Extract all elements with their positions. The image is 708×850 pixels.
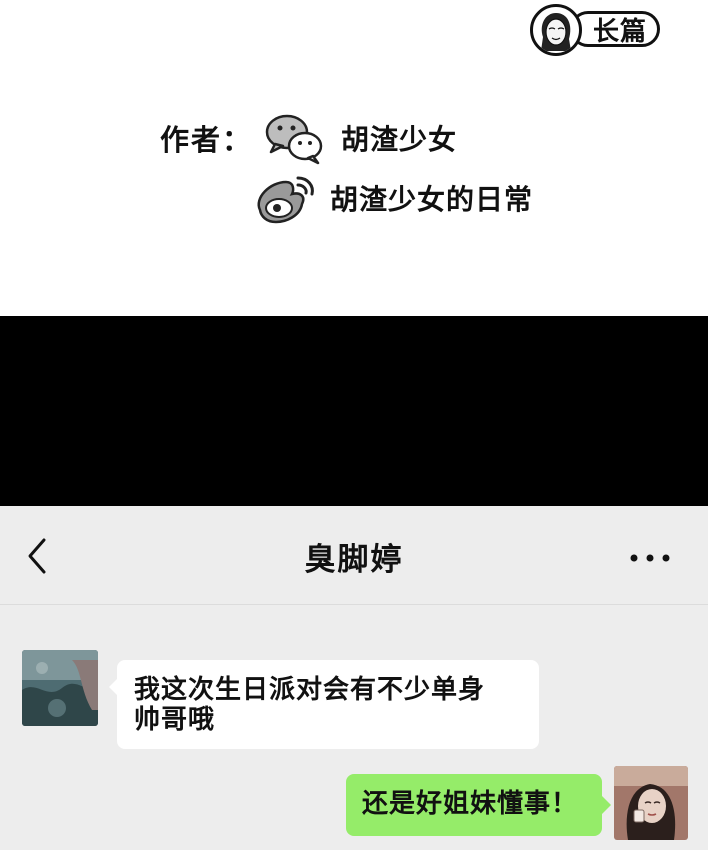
more-options-icon[interactable] xyxy=(628,542,672,572)
credits-panel: 长篇 作者： 胡渣少女 胡渣少女的日常 xyxy=(0,0,708,316)
author-avatar-icon xyxy=(530,4,582,56)
wechat-credit: 作者： 胡渣少女 xyxy=(160,110,457,166)
contact-avatar[interactable] xyxy=(22,650,98,726)
wechat-name: 胡渣少女 xyxy=(341,123,458,156)
user-avatar[interactable] xyxy=(614,766,688,840)
chat-header: 臭脚婷 xyxy=(0,506,708,604)
chat-screen: 臭脚婷 我这次生日派对会有不少单身 帅哥哦 还是好姐妹懂事！ xyxy=(0,506,708,850)
weibo-credit: 胡渣少女的日常 xyxy=(252,170,533,226)
chat-title: 臭脚婷 xyxy=(304,542,404,578)
sent-message-bubble[interactable]: 还是好姐妹懂事！ xyxy=(346,774,602,836)
received-message-line-1: 我这次生日派对会有不少单身 xyxy=(134,675,486,705)
weibo-name: 胡渣少女的日常 xyxy=(330,183,534,216)
received-message-line-2: 帅哥哦 xyxy=(134,705,216,735)
sent-message-text: 还是好姐妹懂事！ xyxy=(362,789,579,819)
black-divider-band xyxy=(0,316,708,506)
header-divider xyxy=(0,604,708,605)
long-story-badge: 长篇 xyxy=(530,4,662,56)
received-message-bubble[interactable]: 我这次生日派对会有不少单身 帅哥哦 xyxy=(117,660,539,749)
long-story-label: 长篇 xyxy=(570,11,660,47)
weibo-icon xyxy=(252,170,318,226)
author-label: 作者： xyxy=(160,123,254,157)
sent-bubble-tail xyxy=(602,796,611,814)
wechat-icon xyxy=(263,110,327,166)
